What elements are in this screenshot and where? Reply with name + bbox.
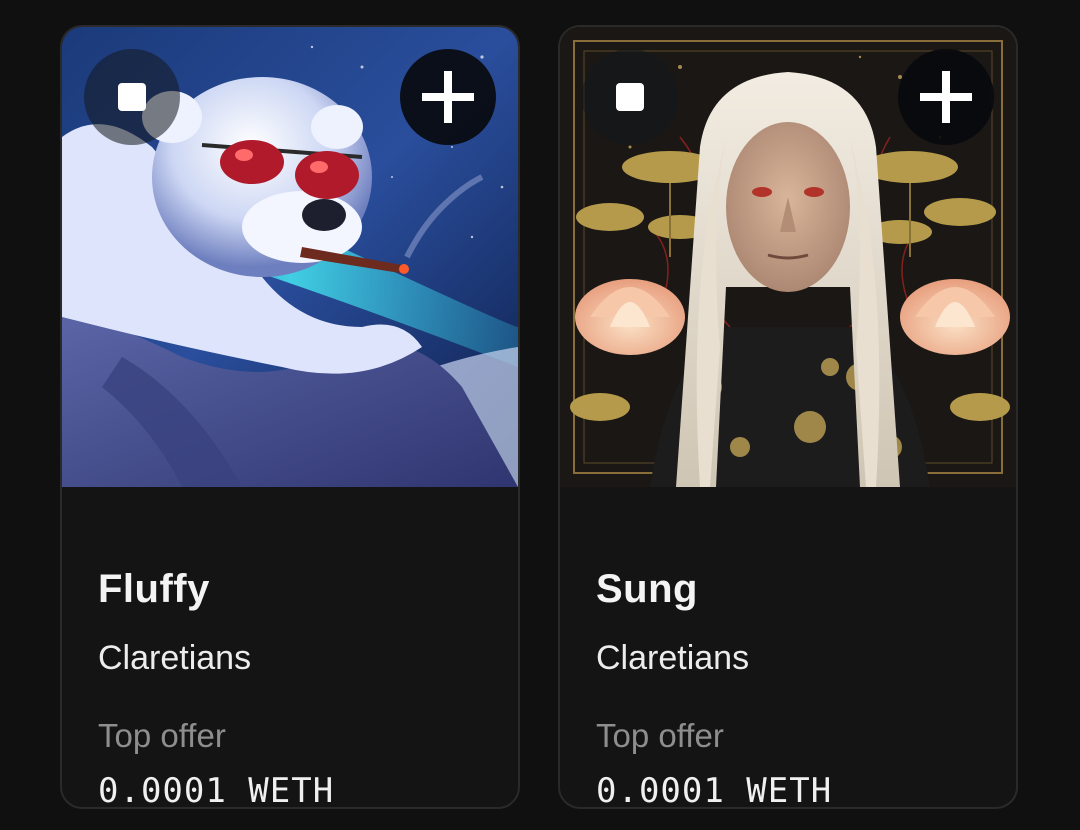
nft-artwork-elder[interactable] bbox=[560, 27, 1016, 487]
add-to-cart-button[interactable] bbox=[400, 49, 496, 145]
nft-name[interactable]: Sung bbox=[596, 567, 698, 612]
collection-name[interactable]: Claretians bbox=[98, 639, 251, 678]
nft-name[interactable]: Fluffy bbox=[98, 567, 210, 612]
top-offer-label: Top offer bbox=[596, 717, 724, 754]
nft-card-sung[interactable]: Sung Claretians Top offer 0.0001 WETH bbox=[558, 25, 1018, 809]
select-square-icon bbox=[118, 83, 146, 111]
select-checkbox-button[interactable] bbox=[582, 49, 678, 145]
card-info: Fluffy Claretians Top offer 0.0001 WETH bbox=[62, 487, 518, 807]
add-to-cart-button[interactable] bbox=[898, 49, 994, 145]
top-offer-value: 0.0001 WETH bbox=[596, 771, 833, 809]
top-offer-label: Top offer bbox=[98, 717, 226, 754]
plus-icon bbox=[920, 71, 972, 123]
select-checkbox-button[interactable] bbox=[84, 49, 180, 145]
card-info: Sung Claretians Top offer 0.0001 WETH bbox=[560, 487, 1016, 807]
plus-icon bbox=[422, 71, 474, 123]
select-square-icon bbox=[616, 83, 644, 111]
nft-artwork-polar-bear[interactable] bbox=[62, 27, 518, 487]
top-offer-value: 0.0001 WETH bbox=[98, 771, 335, 809]
nft-card-fluffy[interactable]: Fluffy Claretians Top offer 0.0001 WETH bbox=[60, 25, 520, 809]
collection-name[interactable]: Claretians bbox=[596, 639, 749, 678]
nft-card-grid: Fluffy Claretians Top offer 0.0001 WETH bbox=[0, 0, 1080, 830]
